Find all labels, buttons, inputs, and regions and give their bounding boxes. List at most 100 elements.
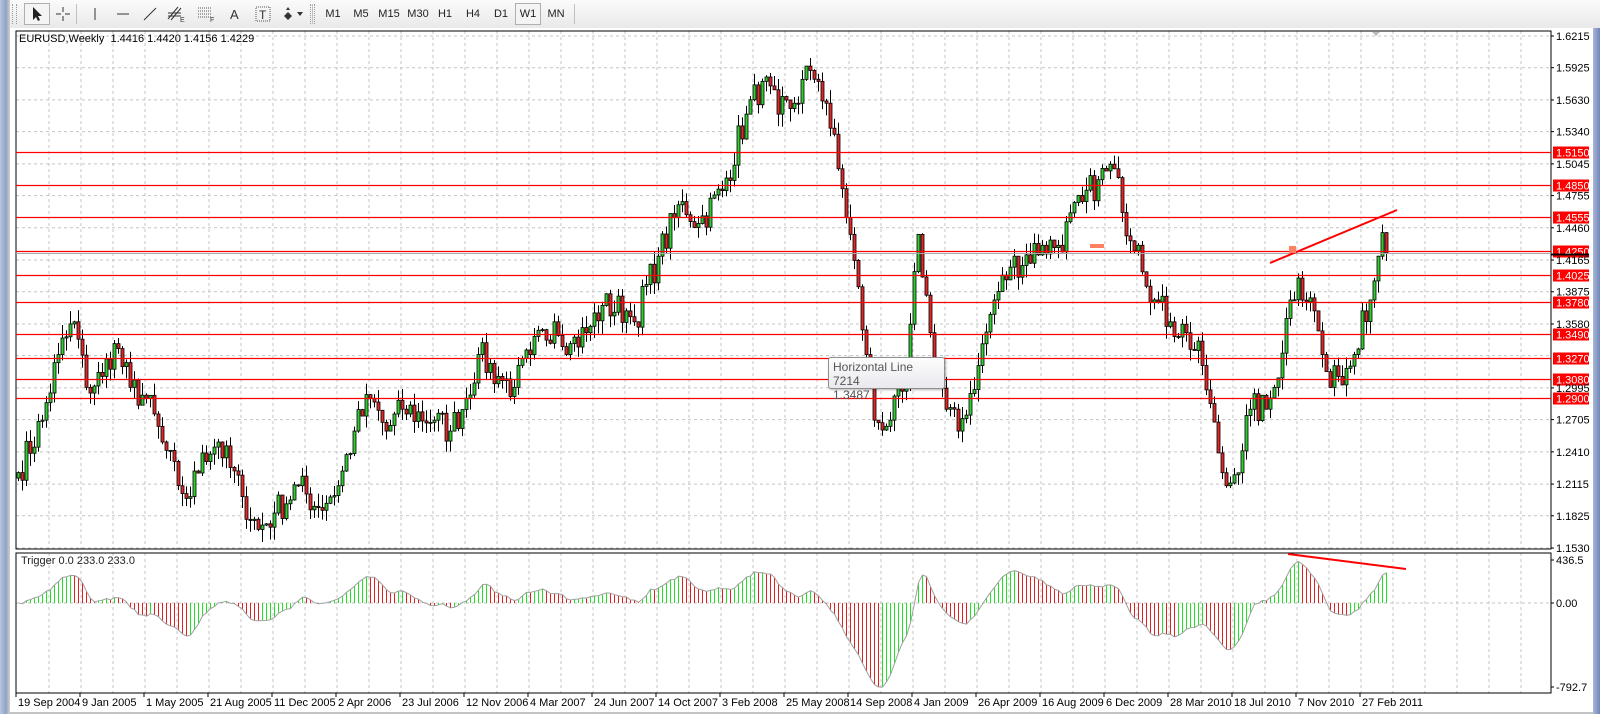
candle — [804, 65, 809, 81]
candle — [1152, 297, 1157, 310]
trendline-anchor-handle — [1289, 246, 1296, 253]
candle — [536, 325, 541, 342]
candle — [928, 292, 933, 338]
bull-candle-body — [568, 343, 573, 355]
candle — [292, 481, 297, 501]
bear-candle-body — [720, 188, 725, 192]
candle — [1068, 204, 1073, 224]
bull-candle-body — [216, 441, 221, 448]
bear-candle-body — [528, 349, 533, 355]
candle — [836, 122, 841, 171]
bear-candle-body — [376, 401, 381, 411]
candle — [152, 383, 157, 417]
candle — [512, 379, 517, 405]
bear-candle-body — [1120, 177, 1125, 213]
candle — [436, 408, 441, 432]
bear-candle-body — [440, 412, 445, 415]
bear-candle-body — [1124, 212, 1129, 237]
bear-candle-body — [1192, 348, 1197, 351]
candle — [812, 69, 817, 83]
bull-candle-body — [980, 343, 985, 366]
bull-candle-body — [968, 393, 973, 416]
bear-candle-body — [808, 65, 813, 71]
candle — [584, 316, 589, 342]
bull-candle-body — [1252, 393, 1257, 410]
bear-candle-body — [832, 127, 837, 135]
candle — [1356, 347, 1361, 359]
candle — [848, 204, 853, 241]
bull-candle-body — [92, 385, 97, 394]
candle — [208, 451, 213, 470]
bull-candle-body — [312, 505, 317, 511]
bear-candle-body — [484, 342, 489, 373]
bear-candle-body — [844, 188, 849, 218]
candle — [684, 193, 689, 218]
candle — [372, 394, 377, 408]
bull-candle-body — [612, 311, 617, 317]
bear-candle-body — [80, 338, 85, 356]
bear-candle-body — [1052, 239, 1057, 249]
candle — [596, 305, 601, 334]
candle — [1084, 177, 1089, 214]
candle — [72, 320, 77, 329]
bear-candle-body — [548, 339, 553, 344]
candle — [1016, 255, 1021, 290]
candle — [816, 73, 821, 92]
bull-candle-body — [340, 470, 345, 487]
candle — [1288, 290, 1293, 326]
bear-candle-body — [796, 102, 801, 105]
candle — [580, 317, 585, 354]
bull-candle-body — [200, 452, 205, 474]
candle — [752, 73, 757, 102]
bull-candle-body — [884, 425, 889, 431]
candle — [768, 72, 773, 95]
candle — [676, 200, 681, 228]
candle — [1072, 200, 1077, 219]
indicator-axis-label: 0.00 — [1556, 598, 1577, 610]
candle — [440, 411, 445, 425]
candle — [1104, 165, 1109, 172]
bear-candle-body — [1220, 452, 1225, 474]
bear-candle-body — [84, 354, 89, 388]
bear-candle-body — [576, 336, 581, 348]
candle — [996, 281, 1001, 310]
candle — [1248, 399, 1253, 427]
bull-candle-body — [972, 389, 977, 394]
candle — [712, 191, 717, 200]
candle — [624, 308, 629, 334]
candle — [196, 469, 201, 474]
bear-candle-body — [160, 425, 165, 443]
horizontal-lines: 1.51501.48501.45551.42501.40251.37801.34… — [16, 146, 1590, 406]
candle — [924, 270, 929, 297]
grid — [16, 31, 1551, 693]
bull-candle-body — [1236, 472, 1241, 476]
bull-candle-body — [1088, 175, 1093, 191]
candle — [1208, 379, 1213, 409]
bull-candle-body — [600, 304, 605, 322]
bear-candle-body — [812, 70, 817, 80]
candle — [128, 351, 133, 392]
candle — [388, 419, 393, 432]
candle — [1044, 241, 1049, 259]
bull-candle-body — [48, 392, 53, 404]
bull-candle-body — [188, 496, 193, 499]
price-axis-label: 1.4460 — [1556, 223, 1590, 235]
bull-candle-body — [468, 394, 473, 399]
time-axis-label: 14 Sep 2008 — [850, 697, 912, 709]
price-chart[interactable]: 1.51501.48501.45551.42501.40251.37801.34… — [0, 0, 1600, 714]
time-axis-label: 25 May 2008 — [786, 697, 850, 709]
time-axis-label: 16 Aug 2009 — [1042, 697, 1104, 709]
bear-candle-body — [852, 233, 857, 261]
bull-candle-body — [800, 78, 805, 104]
bear-candle-body — [772, 85, 777, 91]
bull-candle-body — [1108, 163, 1113, 172]
candle — [588, 324, 593, 341]
bull-candle-body — [764, 76, 769, 82]
time-axis-label: 23 Jul 2006 — [402, 697, 459, 709]
candle — [416, 402, 421, 429]
bull-candle-body — [168, 449, 173, 452]
bull-candle-body — [284, 503, 289, 519]
price-axis-label: 1.2705 — [1556, 415, 1590, 427]
candle — [1344, 357, 1349, 397]
candle — [468, 383, 473, 410]
